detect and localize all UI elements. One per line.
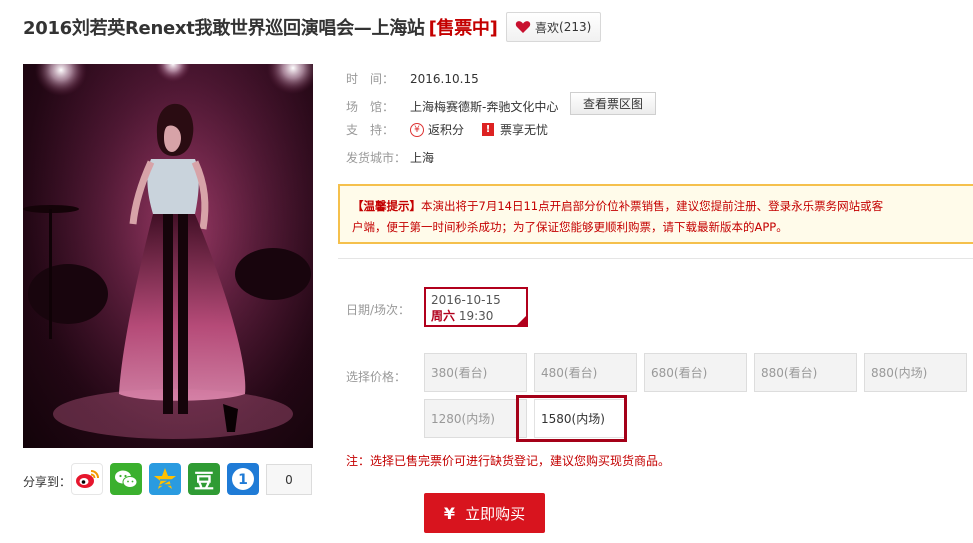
info-ship-row: 发货城市： 上海 <box>346 149 434 166</box>
session-label: 日期/场次： <box>346 303 411 317</box>
buy-now-button[interactable]: ¥ 立即购买 <box>424 493 545 533</box>
section-divider <box>338 258 973 259</box>
price-option[interactable]: 880(内场) <box>864 353 967 392</box>
session-time: 19:30 <box>458 309 494 323</box>
out-of-stock-note: 注：选择已售完票价可进行缺货登记，建议您购买现货商品。 <box>346 454 671 468</box>
heart-icon <box>515 21 531 33</box>
share-count: 0 <box>266 464 312 495</box>
weibo-icon[interactable] <box>71 463 103 495</box>
support-points: 返积分 <box>428 123 465 137</box>
warm-tip-notice: 【温馨提示】本演出将于7月14日11点开启部分价位补票销售，建议您提前注册、登录… <box>338 184 973 244</box>
price-option[interactable]: 880(看台) <box>754 353 857 392</box>
notice-line-1: 【温馨提示】本演出将于7月14日11点开启部分价位补票销售，建议您提前注册、登录… <box>352 196 966 217</box>
time-label: 时 间： <box>346 72 395 86</box>
support-ticket: 票享无忧 <box>500 123 549 137</box>
like-label: 喜欢 <box>535 20 560 35</box>
venue-value: 上海梅赛德斯-奔驰文化中心 <box>410 100 559 114</box>
view-seat-map-button[interactable]: 查看票区图 <box>570 92 656 115</box>
notice-text-2: 户端，便于第一时间秒杀成功；为了保证您能够更顺利购票，请下载最新版本的APP。 <box>352 220 788 234</box>
page-title: 2016刘若英Renext我敢世界巡回演唱会—上海站 [售票中] <box>23 14 498 40</box>
info-venue-row: 场 馆： 上海梅赛德斯-奔驰文化中心 <box>346 98 558 115</box>
session-date: 2016-10-15 <box>431 293 501 307</box>
price-option[interactable]: 480(看台) <box>534 353 637 392</box>
price-option[interactable]: 380(看台) <box>424 353 527 392</box>
support-label: 支 持： <box>346 123 395 137</box>
qzone-icon[interactable] <box>149 463 181 495</box>
douban-icon[interactable]: 豆 <box>188 463 220 495</box>
concert-poster-image <box>23 64 313 448</box>
price-option[interactable]: 680(看台) <box>644 353 747 392</box>
session-weekday: 周六 <box>431 309 456 323</box>
price-option-available[interactable]: 1580(内场) <box>534 399 627 438</box>
like-button[interactable]: 喜欢 (213) <box>506 12 601 42</box>
like-count: (213) <box>559 20 592 34</box>
info-support-row: 支 持： ¥ 返积分 ! 票享无忧 <box>346 121 548 138</box>
svg-text:1: 1 <box>238 472 248 488</box>
notice-text-1: 本演出将于7月14日11点开启部分价位补票销售，建议您提前注册、登录永乐票务网站… <box>421 199 884 213</box>
share-label: 分享到： <box>23 475 72 489</box>
buy-now-label: 立即购买 <box>465 504 526 523</box>
wechat-icon[interactable] <box>110 463 142 495</box>
info-time-row: 时 间： 2016.10.15 <box>346 70 479 87</box>
ticket-guarantee-icon: ! <box>482 123 495 136</box>
points-icon: ¥ <box>410 122 424 137</box>
ship-value: 上海 <box>410 151 435 165</box>
notice-head: 【温馨提示】 <box>352 199 421 213</box>
session-option-selected[interactable]: 2016-10-15 周六 19:30 <box>424 287 528 327</box>
selected-corner-marker <box>517 316 526 325</box>
price-label: 选择价格： <box>346 370 407 384</box>
venue-label: 场 馆： <box>346 100 395 114</box>
sale-status-badge: [售票中] <box>428 18 498 39</box>
yen-icon: ¥ <box>443 503 456 523</box>
renren-icon[interactable]: 1 <box>227 463 259 495</box>
ship-label: 发货城市： <box>346 151 407 165</box>
price-option[interactable]: 1280(内场) <box>424 399 527 438</box>
concert-detail-page: 2016刘若英Renext我敢世界巡回演唱会—上海站 [售票中] 喜欢 (213) <box>3 0 973 543</box>
title-text: 2016刘若英Renext我敢世界巡回演唱会—上海站 <box>23 18 425 39</box>
time-value: 2016.10.15 <box>410 71 479 86</box>
